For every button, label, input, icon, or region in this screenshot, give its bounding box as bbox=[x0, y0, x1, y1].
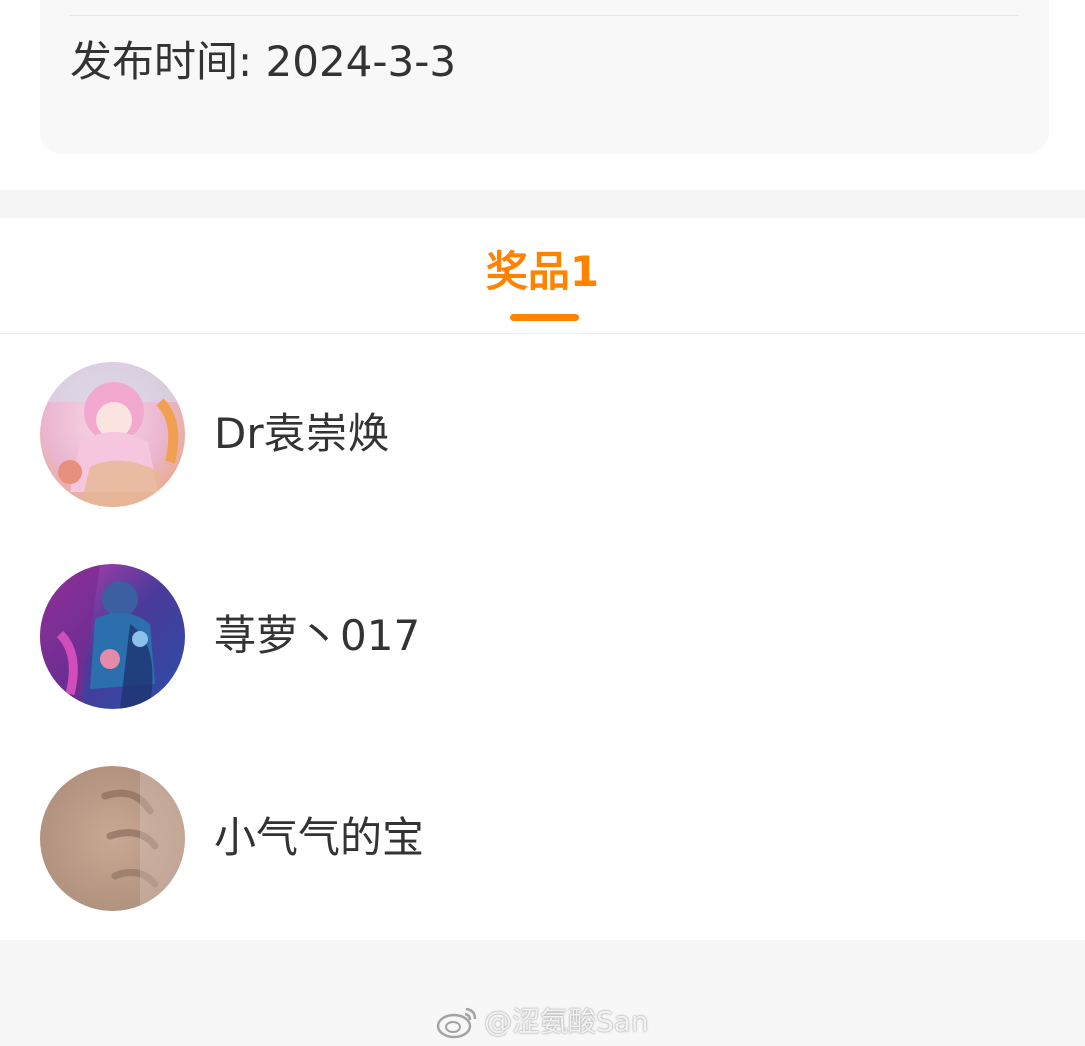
anime-pink-hair-avatar-icon bbox=[40, 362, 185, 507]
winner-list: Dr袁崇焕 荨萝丶017 小气气的宝 bbox=[0, 334, 1085, 940]
avatar[interactable] bbox=[40, 766, 185, 911]
hand-photo-avatar-icon bbox=[40, 766, 185, 911]
winner-name[interactable]: Dr袁崇焕 bbox=[214, 408, 390, 460]
winner-row[interactable]: Dr袁崇焕 bbox=[0, 334, 1085, 536]
anime-purple-character-avatar-icon bbox=[40, 564, 185, 709]
avatar[interactable] bbox=[40, 362, 185, 507]
watermark: @涩氨酸San bbox=[436, 1002, 649, 1042]
footer: @涩氨酸San bbox=[0, 940, 1085, 1046]
publish-time: 发布时间: 2024-3-3 bbox=[70, 37, 457, 86]
winner-row[interactable]: 荨萝丶017 bbox=[0, 536, 1085, 738]
winner-name[interactable]: 荨萝丶017 bbox=[214, 610, 420, 662]
section-separator bbox=[0, 190, 1085, 218]
avatar[interactable] bbox=[40, 564, 185, 709]
info-card: 发布时间: 2024-3-3 bbox=[40, 0, 1049, 154]
prize-tabs: 奖品1 bbox=[0, 218, 1085, 334]
tab-prize-1[interactable]: 奖品1 bbox=[0, 246, 1085, 298]
watermark-text: @涩氨酸San bbox=[484, 1005, 649, 1038]
active-tab-indicator bbox=[510, 314, 579, 321]
winner-name[interactable]: 小气气的宝 bbox=[214, 812, 424, 864]
winner-row[interactable]: 小气气的宝 bbox=[0, 738, 1085, 940]
publish-info-section: 发布时间: 2024-3-3 bbox=[0, 0, 1085, 190]
card-divider bbox=[70, 15, 1019, 16]
weibo-logo-icon bbox=[436, 1005, 478, 1039]
